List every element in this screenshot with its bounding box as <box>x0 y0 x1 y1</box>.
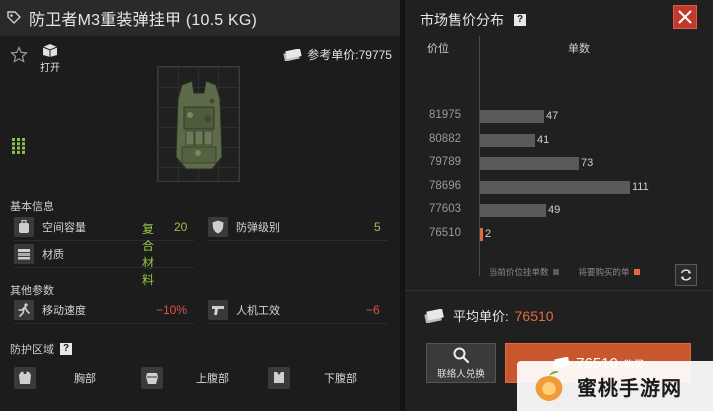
price-bar <box>480 133 535 147</box>
protection-zone-title: 防护区域 <box>10 344 54 356</box>
price-tick-label: 77603 <box>429 203 461 215</box>
row-divider <box>208 323 388 324</box>
bar-value-label: 41 <box>537 133 550 146</box>
market-panel: 市场售价分布 ? 价位 单数 81975 47 80882 41 79789 73 7869… <box>405 0 713 411</box>
bar-value-label: 73 <box>581 157 594 169</box>
zone-lower-abdomen: 下腹部 <box>268 367 357 389</box>
protection-zone-heading: 防护区域 ? <box>10 341 72 357</box>
open-button[interactable]: 打开 <box>38 42 62 74</box>
capacity-stat: 空间容量 20 <box>14 216 187 238</box>
row-divider <box>14 240 194 241</box>
zone-upper-abdomen-label: 上腹部 <box>196 373 229 385</box>
zone-lower-abdomen-label: 下腹部 <box>324 373 357 385</box>
row-divider <box>14 267 194 268</box>
favorite-star-icon[interactable] <box>10 46 28 64</box>
refresh-button[interactable] <box>675 264 697 286</box>
move-speed-label: 移动速度 <box>42 305 86 317</box>
price-tick-label: 80882 <box>429 132 461 145</box>
item-title: 防卫者M3重装弹挂甲 (10.5 KG) <box>29 12 258 29</box>
count-column-header: 单数 <box>568 43 590 55</box>
other-params-heading: 其他参数 <box>10 285 54 297</box>
price-tick-label: 76510 <box>429 226 461 239</box>
bar-value-label: 2 <box>485 227 492 240</box>
row-divider <box>14 323 194 324</box>
material-icon <box>14 244 34 264</box>
lower-abdomen-armor-icon <box>268 367 290 389</box>
move-speed-value: −10% <box>156 303 188 317</box>
panel-divider <box>405 290 713 291</box>
item-title-bar: 防卫者M3重装弹挂甲 (10.5 KG) <box>0 0 400 36</box>
capacity-label: 空间容量 <box>42 222 86 234</box>
armor-class-label: 防弹级别 <box>236 222 280 234</box>
close-icon <box>678 10 692 24</box>
capacity-value: 20 <box>174 220 188 234</box>
peach-logo-icon <box>535 371 563 401</box>
price-tick-label: 81975 <box>429 109 461 121</box>
bar-value-label: 111 <box>632 180 649 193</box>
money-icon <box>424 308 444 323</box>
watermark-text: 蜜桃手游网 <box>577 377 682 400</box>
contact-exchange-label: 联络人兑换 <box>437 369 485 380</box>
item-detail-panel: 防卫者M3重装弹挂甲 (10.5 KG) 打开 参考单价:79775 基本信息 … <box>0 0 400 411</box>
money-icon <box>283 48 302 61</box>
average-price-label: 平均单价: <box>453 309 509 324</box>
item-size-grid-icon <box>12 138 25 154</box>
material-stat: 材质 复合材料 <box>14 222 154 287</box>
legend-current-swatch <box>552 269 559 275</box>
price-bar <box>480 180 630 194</box>
backpack-icon <box>14 217 34 237</box>
chest-armor-icon <box>14 367 36 389</box>
armor-vest-image <box>175 80 223 170</box>
price-distribution-chart: 价位 单数 81975 47 80882 41 79789 73 78696 111 77603… <box>405 36 713 288</box>
row-divider <box>208 240 388 241</box>
legend-mine-swatch <box>633 269 640 275</box>
ergonomics-stat: 人机工效 −6 <box>208 299 380 321</box>
protection-help-icon[interactable]: ? <box>60 343 72 355</box>
refresh-icon <box>680 269 692 281</box>
zone-chest: 胸部 <box>14 367 96 389</box>
site-watermark: 蜜桃手游网 <box>517 361 713 411</box>
average-price: 平均单价: 76510 <box>423 306 554 325</box>
price-tick-label: 79789 <box>429 156 461 168</box>
tag-icon <box>7 11 21 24</box>
price-column-header: 价位 <box>427 43 449 55</box>
legend-current-label: 当前价位挂单数 <box>489 267 549 277</box>
running-icon <box>14 300 34 320</box>
legend-mine-label: 将要购买的单 <box>578 267 630 277</box>
basic-info-heading: 基本信息 <box>10 201 54 213</box>
search-icon <box>453 347 470 364</box>
market-title-row: 市场售价分布 ? <box>420 10 526 30</box>
open-box-icon <box>42 44 58 57</box>
upper-abdomen-armor-icon <box>141 367 163 389</box>
move-speed-stat: 移动速度 −10% <box>14 299 187 321</box>
market-title: 市场售价分布 <box>420 12 504 28</box>
market-help-icon[interactable]: ? <box>514 14 526 26</box>
bar-value-label: 49 <box>548 204 561 216</box>
open-label: 打开 <box>40 63 60 74</box>
price-bar <box>480 204 546 217</box>
armor-class-stat: 防弹级别 5 <box>208 216 381 238</box>
price-bar <box>480 227 483 241</box>
material-label: 材质 <box>42 249 64 261</box>
pistol-icon <box>208 300 228 320</box>
zone-upper-abdomen: 上腹部 <box>141 367 229 389</box>
material-value: 复合材料 <box>142 222 155 287</box>
item-image-slot[interactable] <box>157 66 240 182</box>
price-bar <box>480 157 579 170</box>
ergonomics-label: 人机工效 <box>236 305 280 317</box>
shield-icon <box>208 217 228 237</box>
average-price-value: 76510 <box>514 307 554 324</box>
chart-legend: 当前价位挂单数 将要购买的单 <box>489 266 640 278</box>
reference-price: 参考单价:79775 <box>282 46 392 63</box>
close-button[interactable] <box>673 5 697 29</box>
bar-value-label: 47 <box>546 110 559 122</box>
zone-chest-label: 胸部 <box>74 373 96 385</box>
price-bar <box>480 110 544 123</box>
armor-class-value: 5 <box>374 220 381 234</box>
price-tick-label: 78696 <box>429 179 461 192</box>
ergonomics-value: −6 <box>366 303 380 317</box>
reference-price-text: 参考单价:79775 <box>307 48 392 62</box>
contact-exchange-button[interactable]: 联络人兑换 <box>426 343 496 383</box>
